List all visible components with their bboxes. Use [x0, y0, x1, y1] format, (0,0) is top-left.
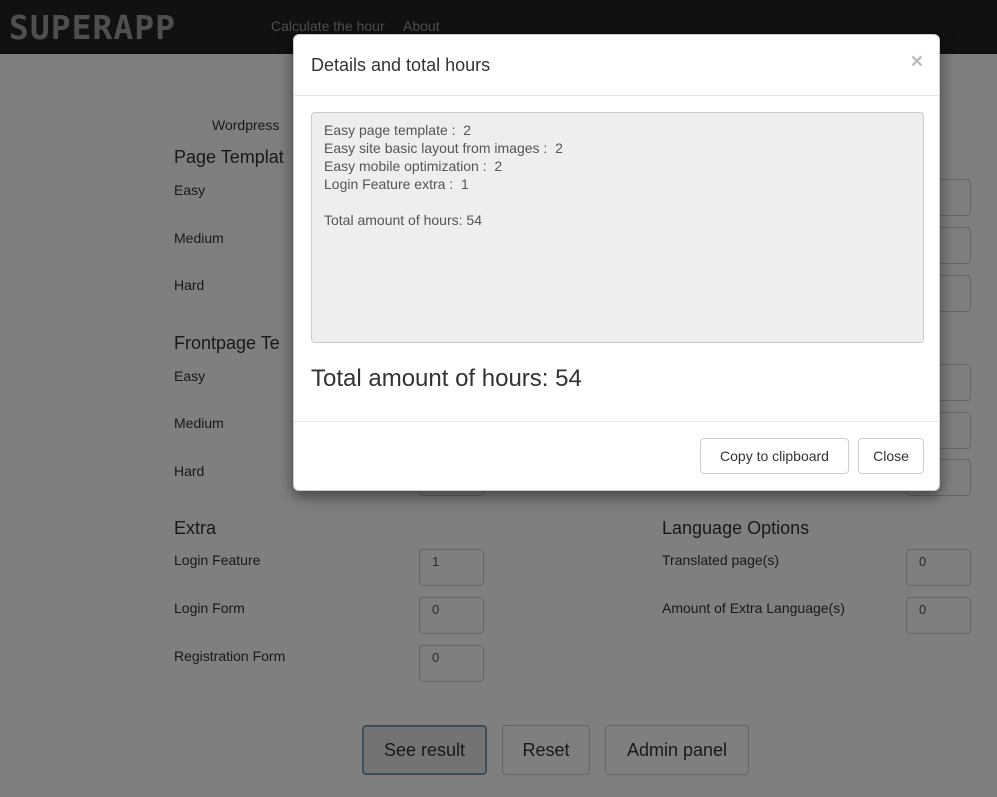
close-button[interactable]: Close: [858, 438, 924, 474]
modal-footer: Copy to clipboard Close: [294, 421, 939, 491]
close-icon[interactable]: ×: [911, 51, 923, 72]
details-textarea[interactable]: Easy page template : 2 Easy site basic l…: [311, 112, 924, 343]
modal-header: Details and total hours ×: [294, 35, 939, 96]
detail-total-line: Total amount of hours: 54: [324, 212, 482, 228]
detail-line: Easy mobile optimization : 2: [324, 158, 503, 174]
copy-to-clipboard-button[interactable]: Copy to clipboard: [700, 438, 849, 474]
detail-line: Easy site basic layout from images : 2: [324, 140, 563, 156]
total-hours-heading: Total amount of hours: 54: [311, 365, 582, 392]
detail-line: Login Feature extra : 1: [324, 176, 469, 192]
results-modal: Details and total hours × Easy page temp…: [293, 34, 940, 491]
modal-title: Details and total hours: [311, 55, 491, 75]
detail-line: Easy page template : 2: [324, 122, 472, 138]
